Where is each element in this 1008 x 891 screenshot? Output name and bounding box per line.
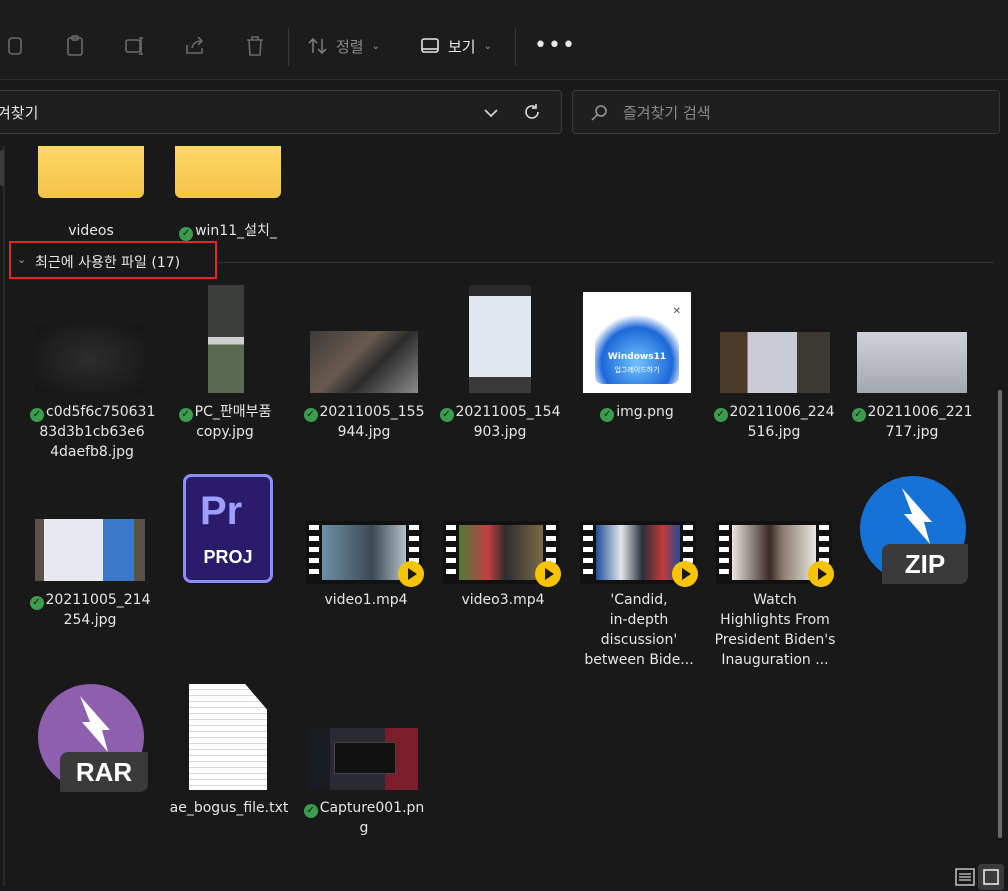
group-header-recent-files[interactable]: ⌄ 최근에 사용한 파일 (17)	[9, 241, 217, 279]
file-thumbnail[interactable]	[857, 332, 967, 393]
search-box[interactable]	[572, 90, 1000, 134]
zip-label: ZIP	[882, 544, 968, 584]
sort-icon	[308, 37, 327, 55]
file-name: ✓ 20211005_155 944.jpg	[300, 402, 428, 442]
rar-label: RAR	[60, 752, 148, 792]
search-icon	[591, 105, 607, 121]
toolbar-divider	[288, 28, 289, 66]
file-thumbnail[interactable]	[308, 728, 418, 790]
toolbar-divider	[515, 28, 516, 66]
file-name: video1.mp4	[324, 592, 408, 608]
large-icons-view-icon	[983, 869, 999, 885]
file-name: 'Candid, in-depth discussion' between Bi…	[584, 592, 694, 668]
file-name: ✓ 20211005_214 254.jpg	[26, 590, 154, 630]
video-frame	[732, 525, 816, 580]
folder-name: videos	[68, 223, 114, 239]
premiere-project-icon[interactable]: Pr PROJ	[183, 474, 273, 583]
chevron-down-icon: ⌄	[371, 40, 380, 52]
address-path: 겨찾기	[0, 104, 39, 122]
film-perforation	[309, 525, 319, 580]
proj-label: PROJ	[203, 547, 253, 567]
file-name: ✓ 20211006_224 516.jpg	[710, 402, 838, 442]
sync-check-icon: ✓	[179, 227, 194, 241]
video-frame	[459, 525, 543, 580]
group-divider	[218, 262, 994, 263]
film-perforation	[719, 525, 729, 580]
tiles-view-button[interactable]	[978, 864, 1004, 890]
search-input[interactable]	[623, 101, 983, 125]
sync-check-icon: ✓	[29, 596, 44, 610]
folder-name: ✓ win11_설치_	[170, 221, 286, 241]
file-name: ✓ PC_판매부품 copy.jpg	[165, 402, 285, 442]
play-icon	[672, 561, 698, 587]
lightning-icon	[80, 696, 110, 752]
view-icon	[421, 38, 439, 53]
command-bar: 정렬 ⌄ 보기 ⌄ •••	[0, 0, 1008, 80]
file-thumbnail[interactable]	[208, 285, 244, 393]
text-file-icon[interactable]	[189, 684, 267, 790]
zip-archive-icon[interactable]: ZIP	[858, 474, 968, 586]
refresh-icon[interactable]	[521, 101, 543, 123]
sort-label: 정렬	[336, 37, 364, 56]
play-icon	[398, 561, 424, 587]
thumbnail-caption: 업그레이드하기	[614, 366, 660, 374]
file-name: Watch Highlights From President Biden's …	[714, 592, 836, 668]
more-options-button[interactable]: •••	[534, 35, 576, 57]
delete-icon[interactable]	[242, 33, 268, 59]
file-name: video3.mp4	[461, 592, 545, 608]
rename-icon[interactable]	[122, 33, 148, 59]
file-name: ✓ img.png	[575, 402, 699, 422]
copy-icon[interactable]	[2, 33, 28, 59]
file-thumbnail[interactable]	[310, 331, 418, 393]
film-perforation	[583, 525, 593, 580]
lightning-icon	[902, 488, 932, 544]
film-perforation	[446, 525, 456, 580]
navigation-pane-edge	[3, 146, 5, 886]
folder-item[interactable]	[175, 146, 281, 198]
video-frame	[596, 525, 680, 580]
sync-check-icon: ✓	[303, 408, 318, 422]
view-button[interactable]: 보기 ⌄	[418, 33, 492, 59]
file-name: ✓ Capture001.pn g	[300, 798, 428, 838]
view-label: 보기	[448, 37, 476, 56]
group-title: 최근에 사용한 파일 (17)	[35, 255, 181, 271]
file-name: ✓ c0d5f6c750631 83d3b1cb63e6 4daefb8.jpg	[30, 402, 155, 462]
details-view-icon[interactable]	[955, 868, 975, 886]
sync-check-icon: ✓	[600, 408, 615, 422]
sync-check-icon: ✓	[178, 408, 193, 422]
chevron-down-icon[interactable]	[481, 103, 501, 123]
close-icon: ✕	[672, 306, 681, 317]
file-thumbnail[interactable]	[35, 519, 145, 581]
file-thumbnail[interactable]	[720, 332, 830, 393]
address-bar[interactable]: 겨찾기	[0, 90, 562, 134]
sync-check-icon: ✓	[303, 804, 318, 818]
sync-check-icon: ✓	[439, 408, 454, 422]
thumbnail-caption: Windows11	[607, 352, 667, 362]
chevron-down-icon: ⌄	[17, 253, 27, 266]
rar-archive-icon[interactable]: RAR	[36, 682, 148, 794]
premiere-logo-text: Pr	[200, 489, 243, 533]
file-name: ✓ 20211006_221 717.jpg	[848, 402, 976, 442]
play-icon	[808, 561, 834, 587]
play-icon	[535, 561, 561, 587]
folder-icon	[175, 146, 281, 198]
sync-check-icon: ✓	[30, 408, 44, 422]
video-frame	[322, 525, 406, 580]
sort-button[interactable]: 정렬 ⌄	[306, 33, 380, 59]
chevron-down-icon: ⌄	[483, 40, 492, 52]
file-name: ae_bogus_file.txt	[169, 800, 289, 816]
content-scrollbar[interactable]	[998, 390, 1002, 838]
sync-check-icon: ✓	[713, 408, 728, 422]
navigation-pane-scroll-thumb[interactable]	[0, 150, 4, 186]
folder-item[interactable]	[38, 146, 144, 198]
window-preview	[334, 742, 396, 774]
sync-check-icon: ✓	[851, 408, 866, 422]
file-thumbnail[interactable]	[35, 325, 145, 393]
folder-icon	[38, 146, 144, 198]
file-name: ✓ 20211005_154 903.jpg	[436, 402, 564, 442]
paste-icon[interactable]	[62, 33, 88, 59]
file-thumbnail[interactable]	[469, 285, 531, 393]
share-icon[interactable]	[182, 33, 208, 59]
file-thumbnail[interactable]: Windows11 업그레이드하기 ✕	[583, 292, 691, 393]
